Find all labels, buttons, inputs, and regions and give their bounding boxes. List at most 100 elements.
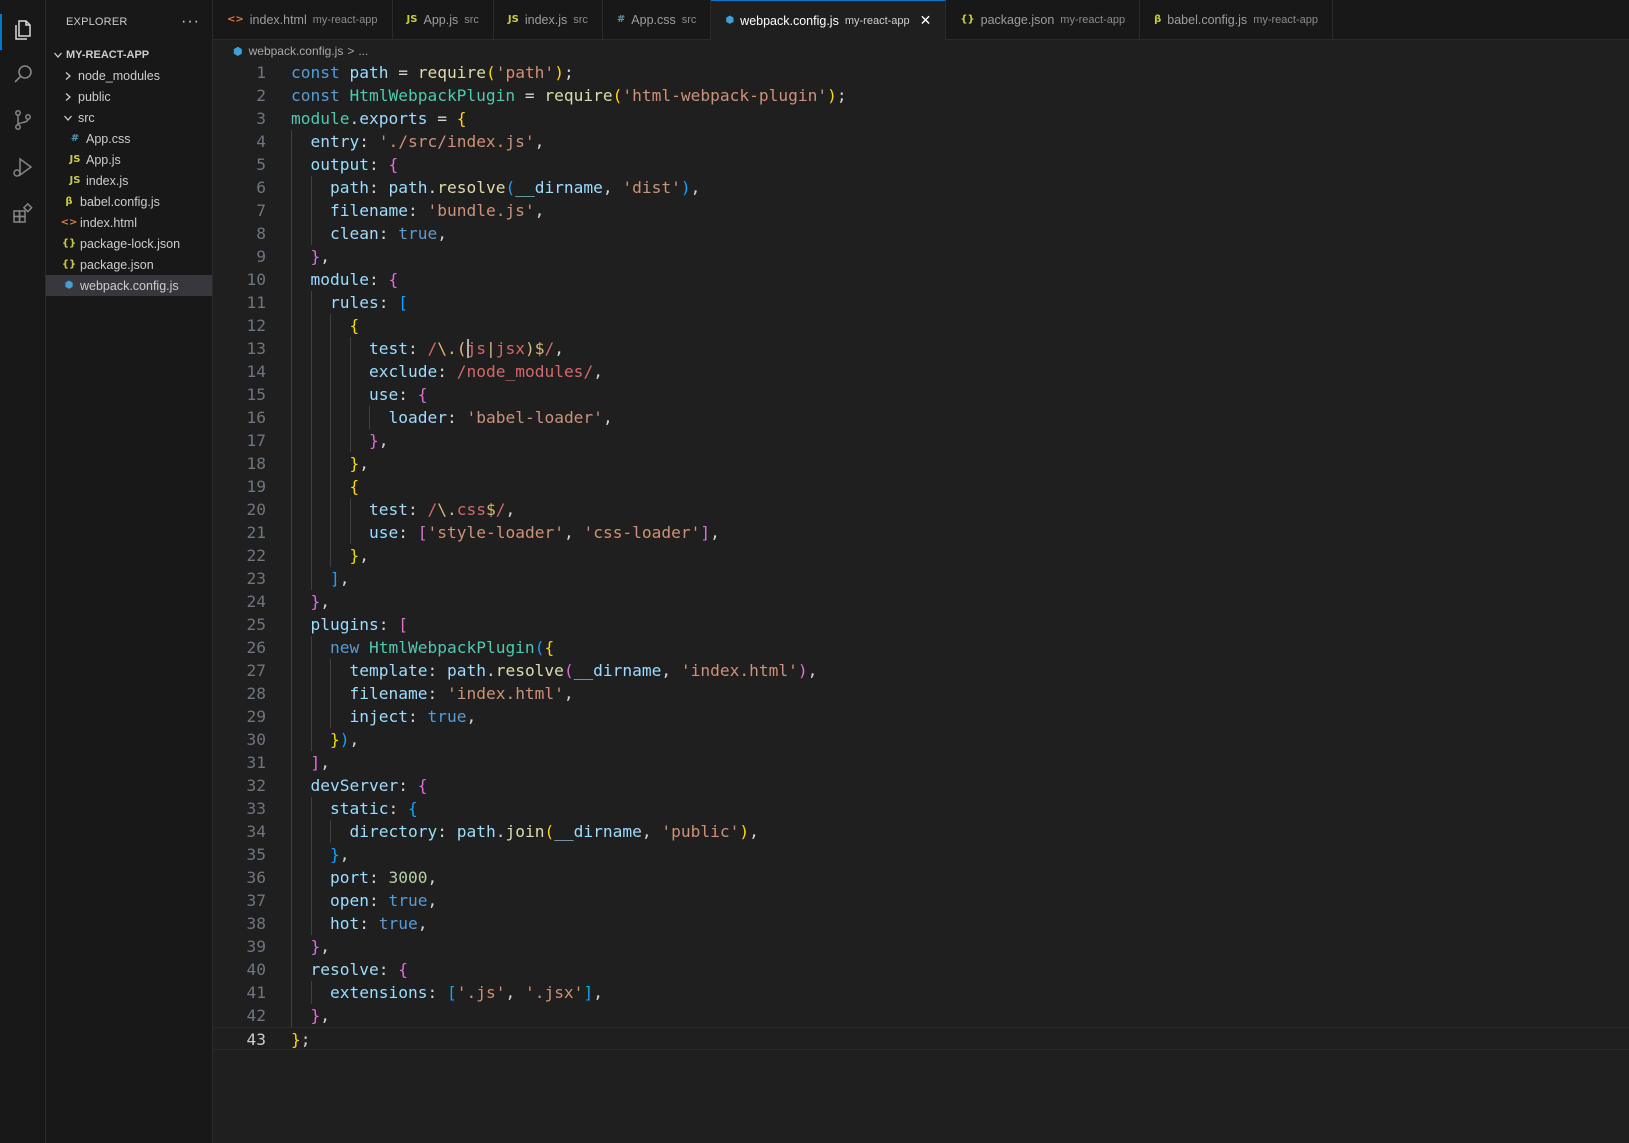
extensions-icon[interactable] [9,199,37,227]
indent-guide [291,981,292,1004]
code-line[interactable]: 14 exclude: /node_modules/, [213,360,1629,383]
tab-package-json[interactable]: {} package.json my-react-app [946,0,1141,39]
line-number: 34 [246,822,267,841]
tree-item-babel-config-js[interactable]: β babel.config.js [46,191,212,212]
tree-item-app-css[interactable]: # App.css [46,128,212,149]
code-line[interactable]: 32 devServer: { [213,774,1629,797]
tree-item-src[interactable]: src [46,107,212,128]
code-line[interactable]: 30 }), [213,728,1629,751]
tree-item-package-lock-json[interactable]: {} package-lock.json [46,233,212,254]
code-line[interactable]: 3 module.exports = { [213,107,1629,130]
html-file-icon: <> [227,14,244,25]
active-indicator [0,14,2,50]
code-line[interactable]: 6 path: path.resolve(__dirname, 'dist'), [213,176,1629,199]
tab-index-js[interactable]: JS index.js src [494,0,603,39]
json-file-icon: {} [61,238,77,249]
tree-item-webpack-config-js[interactable]: ⬢ webpack.config.js [46,275,212,296]
tree-item-app-js[interactable]: JS App.js [46,149,212,170]
code-line[interactable]: 9 }, [213,245,1629,268]
run-debug-icon[interactable] [9,153,37,181]
tab-index-html[interactable]: <> index.html my-react-app [213,0,393,39]
code-line[interactable]: 12 { [213,314,1629,337]
code-line[interactable]: 19 { [213,475,1629,498]
code-line[interactable]: 11 rules: [ [213,291,1629,314]
tree-item-public[interactable]: public [46,86,212,107]
code-line[interactable]: 39 }, [213,935,1629,958]
explorer-icon[interactable] [9,16,37,44]
code-line[interactable]: 36 port: 3000, [213,866,1629,889]
line-number: 17 [246,431,267,450]
code-line[interactable]: 35 }, [213,843,1629,866]
code-line[interactable]: 43}; [213,1027,1629,1050]
code-line[interactable]: 27 template: path.resolve(__dirname, 'in… [213,659,1629,682]
code-line[interactable]: 20 test: /\.css$/, [213,498,1629,521]
code-editor[interactable]: 1 const path = require('path'); 2 const Htm… [213,62,1629,1143]
code-line[interactable]: 33 static: { [213,797,1629,820]
close-icon[interactable]: ✕ [920,12,932,29]
tree-item-index-html[interactable]: <> index.html [46,212,212,233]
chevron-right-icon [60,92,76,102]
breadcrumb-file[interactable]: webpack.config.js [249,44,344,58]
code-line[interactable]: 31 ], [213,751,1629,774]
code-line[interactable]: 26 new HtmlWebpackPlugin({ [213,636,1629,659]
code-line[interactable]: 5 output: { [213,153,1629,176]
tab-app-css[interactable]: # App.css src [603,0,712,39]
html-file-icon: <> [60,217,78,228]
tab-webpack-config-js[interactable]: ⬢ webpack.config.js my-react-app ✕ [711,0,947,40]
indent-guide [291,176,292,199]
tree-item-node-modules[interactable]: node_modules [46,65,212,86]
indent-guide [291,958,292,981]
code-line[interactable]: 21 use: ['style-loader', 'css-loader'], [213,521,1629,544]
tab-label: App.css [631,12,676,27]
code-line[interactable]: 42 }, [213,1004,1629,1027]
line-content: { [349,477,360,496]
code-line[interactable]: 41 extensions: ['.js', '.jsx'], [213,981,1629,1004]
line-number: 36 [246,868,267,887]
code-line[interactable]: 25 plugins: [ [213,613,1629,636]
code-line[interactable]: 23 ], [213,567,1629,590]
tab-app-js[interactable]: JS App.js src [393,0,494,39]
indent-guide [330,406,331,429]
code-line[interactable]: 22 }, [213,544,1629,567]
indent-guide [291,429,292,452]
code-line[interactable]: 13 test: /\.(js|jsx)$/, [213,337,1629,360]
code-line[interactable]: 16 loader: 'babel-loader', [213,406,1629,429]
search-icon[interactable] [9,60,37,88]
code-line[interactable]: 1 const path = require('path'); [213,61,1629,84]
code-line[interactable]: 38 hot: true, [213,912,1629,935]
code-line[interactable]: 17 }, [213,429,1629,452]
code-line[interactable]: 24 }, [213,590,1629,613]
line-content: module.exports = { [291,109,467,128]
tree-item-package-json[interactable]: {} package.json [46,254,212,275]
code-line[interactable]: 29 inject: true, [213,705,1629,728]
code-line[interactable]: 10 module: { [213,268,1629,291]
indent-guide [291,544,292,567]
more-actions-icon[interactable]: ··· [181,13,200,31]
source-control-icon[interactable] [9,106,37,134]
project-root[interactable]: MY-REACT-APP [46,44,212,65]
tree-item-index-js[interactable]: JS index.js [46,170,212,191]
indent-guide [291,383,292,406]
code-line[interactable]: 7 filename: 'bundle.js', [213,199,1629,222]
code-line[interactable]: 37 open: true, [213,889,1629,912]
breadcrumb-symbols[interactable]: ... [358,44,368,58]
tab-babel-config-js[interactable]: β babel.config.js my-react-app [1140,0,1333,39]
indent-guide [291,797,292,820]
code-line[interactable]: 4 entry: './src/index.js', [213,130,1629,153]
line-number: 22 [246,546,267,565]
code-line[interactable]: 18 }, [213,452,1629,475]
line-content: output: { [310,155,399,174]
indent-guide [291,567,292,590]
code-line[interactable]: 28 filename: 'index.html', [213,682,1629,705]
code-line[interactable]: 40 resolve: { [213,958,1629,981]
line-number: 23 [246,569,267,588]
line-content: devServer: { [310,776,428,795]
line-content: template: path.resolve(__dirname, 'index… [349,661,818,680]
code-line[interactable]: 15 use: { [213,383,1629,406]
line-number: 18 [246,454,267,473]
indent-guide [310,406,312,429]
code-line[interactable]: 34 directory: path.join(__dirname, 'publ… [213,820,1629,843]
code-line[interactable]: 2 const HtmlWebpackPlugin = require('html… [213,84,1629,107]
code-line[interactable]: 8 clean: true, [213,222,1629,245]
line-number: 32 [246,776,267,795]
